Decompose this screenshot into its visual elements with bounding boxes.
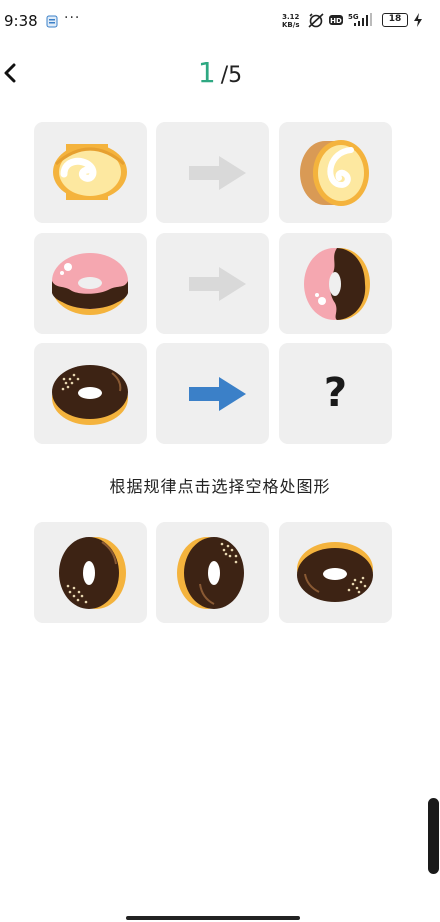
- chocolate-donut-option-a-icon: [59, 537, 126, 609]
- swiss-roll-rotated-icon: [300, 140, 369, 206]
- question-progress: 1 /5: [0, 56, 440, 89]
- hd-icon: HD: [329, 15, 343, 25]
- puzzle-arrow-tile-active: [156, 343, 269, 444]
- more-notifications-icon: ···: [64, 10, 81, 26]
- puzzle-tile-swiss-roll: [34, 122, 147, 223]
- svg-text:5G: 5G: [348, 13, 359, 21]
- battery-icon: 18: [382, 13, 408, 27]
- blue-arrow-icon: [189, 377, 246, 411]
- question-mark: ?: [323, 370, 348, 416]
- status-time: 9:38: [4, 12, 38, 30]
- pink-donut-rotated-icon: [304, 248, 370, 320]
- notification-icon: [46, 15, 58, 28]
- gray-arrow-icon: [189, 267, 246, 301]
- scroll-handle[interactable]: [428, 798, 439, 874]
- instruction-text: 根据规律点击选择空格处图形: [109, 477, 331, 496]
- signal-icon: 5G: [348, 13, 372, 26]
- total-questions: /5: [220, 63, 243, 88]
- alarm-icon: [308, 13, 324, 28]
- svg-text:HD: HD: [330, 17, 342, 25]
- status-bar: 9:38 ··· 3.12 KB/s HD 5G 18: [0, 0, 440, 44]
- current-question-number: 1: [197, 56, 216, 89]
- chocolate-donut-option-b-icon: [177, 537, 244, 609]
- network-speed: 3.12 KB/s: [282, 13, 300, 29]
- answer-option-c[interactable]: [279, 522, 392, 623]
- gray-arrow-icon: [189, 156, 246, 190]
- chocolate-donut-icon: [52, 365, 128, 425]
- pink-donut-icon: [52, 253, 128, 315]
- swiss-roll-icon: [53, 144, 127, 200]
- home-indicator[interactable]: [126, 916, 300, 920]
- puzzle-arrow-tile: [156, 233, 269, 334]
- answer-option-a[interactable]: [34, 522, 147, 623]
- puzzle-tile-pink-donut-rotated: [279, 233, 392, 334]
- chocolate-donut-option-c-icon: [297, 542, 373, 602]
- puzzle-arrow-tile: [156, 122, 269, 223]
- status-icons: HD 5G: [308, 13, 372, 28]
- puzzle-tile-chocolate-donut: [34, 343, 147, 444]
- puzzle-tile-pink-donut: [34, 233, 147, 334]
- puzzle-tile-swiss-roll-rotated: [279, 122, 392, 223]
- answer-option-b[interactable]: [156, 522, 269, 623]
- puzzle-answer-blank: ?: [279, 343, 392, 444]
- charging-icon: [414, 13, 422, 27]
